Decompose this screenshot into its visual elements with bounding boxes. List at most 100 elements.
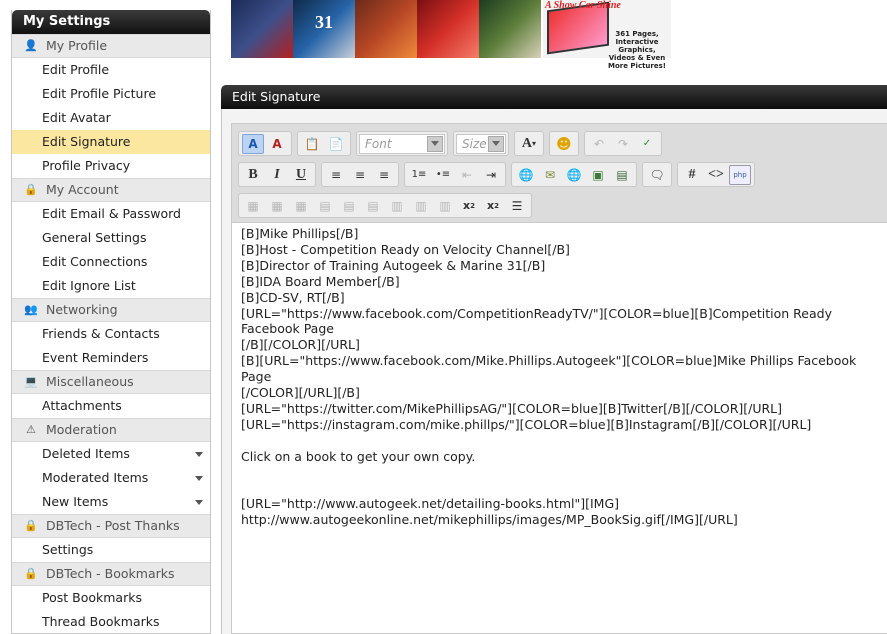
- image-icon[interactable]: ▣: [587, 165, 609, 185]
- signature-editor: A A 📋 📄 Font Size A ▾ ☻ ↶ ↷ ✓ B I U ≡ ≡ …: [231, 123, 887, 634]
- sidebar-section-label: Moderation: [46, 422, 117, 437]
- spellcheck-icon[interactable]: ✓: [636, 134, 658, 154]
- tablet-book-image[interactable]: A Show Car Shine 361 Pages, Interactive …: [543, 0, 671, 70]
- row-insert-below-icon[interactable]: ▤: [338, 196, 360, 216]
- sidebar-item[interactable]: Friends & Contacts: [12, 322, 210, 346]
- toolbar-group: Font: [356, 131, 448, 156]
- sidebar-item[interactable]: Settings: [12, 538, 210, 562]
- size-select-label: Size: [462, 136, 487, 151]
- indent-icon[interactable]: ⇥: [480, 165, 502, 185]
- sidebar-item[interactable]: Edit Email & Password: [12, 202, 210, 226]
- sidebar-section-label: DBTech - Bookmarks: [46, 566, 175, 581]
- sidebar-item[interactable]: Profile Privacy: [12, 154, 210, 178]
- superscript-icon[interactable]: x2: [482, 196, 504, 216]
- toolbar-group: Size: [453, 131, 509, 156]
- sidebar-item[interactable]: Thread Bookmarks: [12, 610, 210, 633]
- toolbar-row: ▦ ▦ ▦ ▤ ▤ ▤ ▥ ▥ ▥ x2 x2 ☰: [238, 192, 881, 219]
- remove-format-icon[interactable]: A: [266, 134, 288, 154]
- monitor-icon: 💻: [24, 375, 38, 388]
- sidebar-section-label: Miscellaneous: [46, 374, 134, 389]
- link-icon[interactable]: 🌐: [515, 165, 537, 185]
- sidebar-item[interactable]: Attachments: [12, 394, 210, 418]
- unordered-list-icon[interactable]: •≡: [432, 165, 454, 185]
- wysiwyg-toggle-icon[interactable]: A: [242, 133, 264, 154]
- settings-sidebar: My Settings 👤 My Profile Edit Profile Edit …: [11, 10, 211, 634]
- sidebar-item[interactable]: New Items: [12, 490, 210, 514]
- sidebar-item[interactable]: Deleted Items: [12, 442, 210, 466]
- sidebar-item[interactable]: Edit Ignore List: [12, 274, 210, 298]
- font-select[interactable]: Font: [359, 133, 445, 154]
- table-insert-icon[interactable]: ▦: [242, 196, 264, 216]
- book-cover-image[interactable]: [231, 0, 293, 58]
- book-cover-image[interactable]: [479, 0, 541, 58]
- sidebar-item[interactable]: Moderated Items: [12, 466, 210, 490]
- sidebar-section-header: ⚠ Moderation: [12, 418, 210, 442]
- chevron-down-icon[interactable]: [195, 500, 203, 505]
- signature-textarea[interactable]: [B]Mike Phillips[/B] [B]Host - Competiti…: [232, 223, 887, 528]
- italic-icon[interactable]: I: [266, 165, 288, 185]
- sidebar-item[interactable]: Edit Profile: [12, 58, 210, 82]
- sidebar-item-label: Moderated Items: [42, 470, 149, 485]
- lock-icon: 🔒: [24, 567, 38, 580]
- php-icon[interactable]: php: [729, 164, 751, 185]
- toolbar-group: 🌐 ✉ 🌐 ▣ ▤: [511, 162, 637, 187]
- row-delete-icon[interactable]: ▤: [362, 196, 384, 216]
- sidebar-item-label: Edit Connections: [42, 254, 148, 269]
- toolbar-group: ↶ ↷ ✓: [584, 131, 662, 156]
- chevron-down-icon[interactable]: [195, 452, 203, 457]
- page: My Settings 👤 My Profile Edit Profile Edit …: [0, 0, 887, 634]
- panel-title: Edit Signature: [221, 85, 887, 109]
- video-icon[interactable]: ▤: [611, 165, 633, 185]
- toolbar-group: ▦ ▦ ▦ ▤ ▤ ▤ ▥ ▥ ▥ x2 x2 ☰: [238, 193, 532, 218]
- hashtag-icon[interactable]: #: [681, 165, 703, 185]
- table-props-icon[interactable]: ▦: [266, 196, 288, 216]
- column-insert-left-icon[interactable]: ▥: [386, 196, 408, 216]
- sidebar-item[interactable]: Post Bookmarks: [12, 586, 210, 610]
- paste-text-icon[interactable]: 📄: [325, 134, 347, 154]
- column-delete-icon[interactable]: ▥: [434, 196, 456, 216]
- sidebar-item-label: Edit Profile: [42, 62, 110, 77]
- sidebar-section-header: 💻 Miscellaneous: [12, 370, 210, 394]
- sidebar-item[interactable]: Edit Connections: [12, 250, 210, 274]
- table-delete-icon[interactable]: ▦: [290, 196, 312, 216]
- align-center-icon[interactable]: ≡: [349, 165, 371, 185]
- code-icon[interactable]: <>: [705, 165, 727, 185]
- sidebar-item[interactable]: Edit Avatar: [12, 106, 210, 130]
- lock-icon: 🔒: [24, 519, 38, 532]
- bold-icon[interactable]: B: [242, 165, 264, 185]
- sidebar-item[interactable]: Edit Signature: [12, 130, 210, 154]
- unlink-icon[interactable]: 🌐: [563, 165, 585, 185]
- align-right-icon[interactable]: ≡: [373, 165, 395, 185]
- ordered-list-icon[interactable]: 1≡: [408, 165, 430, 185]
- sidebar-item[interactable]: Event Reminders: [12, 346, 210, 370]
- sidebar-item[interactable]: General Settings: [12, 226, 210, 250]
- toolbar-group: 1≡ •≡ ⇤ ⇥: [404, 162, 506, 187]
- column-insert-right-icon[interactable]: ▥: [410, 196, 432, 216]
- horizontal-rule-icon[interactable]: ☰: [506, 196, 528, 216]
- row-insert-above-icon[interactable]: ▤: [314, 196, 336, 216]
- book-cover-image[interactable]: 31: [293, 0, 355, 58]
- redo-icon[interactable]: ↷: [612, 134, 634, 154]
- sidebar-item[interactable]: Edit Profile Picture: [12, 82, 210, 106]
- sidebar-section-header: 🔒 My Account: [12, 178, 210, 202]
- chevron-down-icon: [427, 135, 443, 152]
- undo-icon[interactable]: ↶: [588, 134, 610, 154]
- font-select-label: Font: [365, 136, 392, 151]
- quote-icon[interactable]: 🗨: [646, 165, 668, 185]
- email-icon[interactable]: ✉: [539, 165, 561, 185]
- sidebar-section-label: DBTech - Post Thanks: [46, 518, 180, 533]
- paste-icon[interactable]: 📋: [301, 134, 323, 154]
- smiley-icon[interactable]: ☻: [553, 134, 575, 154]
- chevron-down-icon[interactable]: [195, 476, 203, 481]
- book-banner[interactable]: 31 A Show Car Shine 361 Pages, Interacti…: [231, 0, 671, 70]
- book-cover-image[interactable]: [355, 0, 417, 58]
- outdent-icon[interactable]: ⇤: [456, 165, 478, 185]
- size-select[interactable]: Size: [456, 133, 506, 154]
- sidebar-item-label: New Items: [42, 494, 109, 509]
- text-color-icon[interactable]: A ▾: [518, 134, 540, 154]
- sidebar-item-label: Attachments: [42, 398, 122, 413]
- underline-icon[interactable]: U: [290, 165, 312, 185]
- book-cover-image[interactable]: [417, 0, 479, 58]
- align-left-icon[interactable]: ≡: [325, 165, 347, 185]
- subscript-icon[interactable]: x2: [458, 196, 480, 216]
